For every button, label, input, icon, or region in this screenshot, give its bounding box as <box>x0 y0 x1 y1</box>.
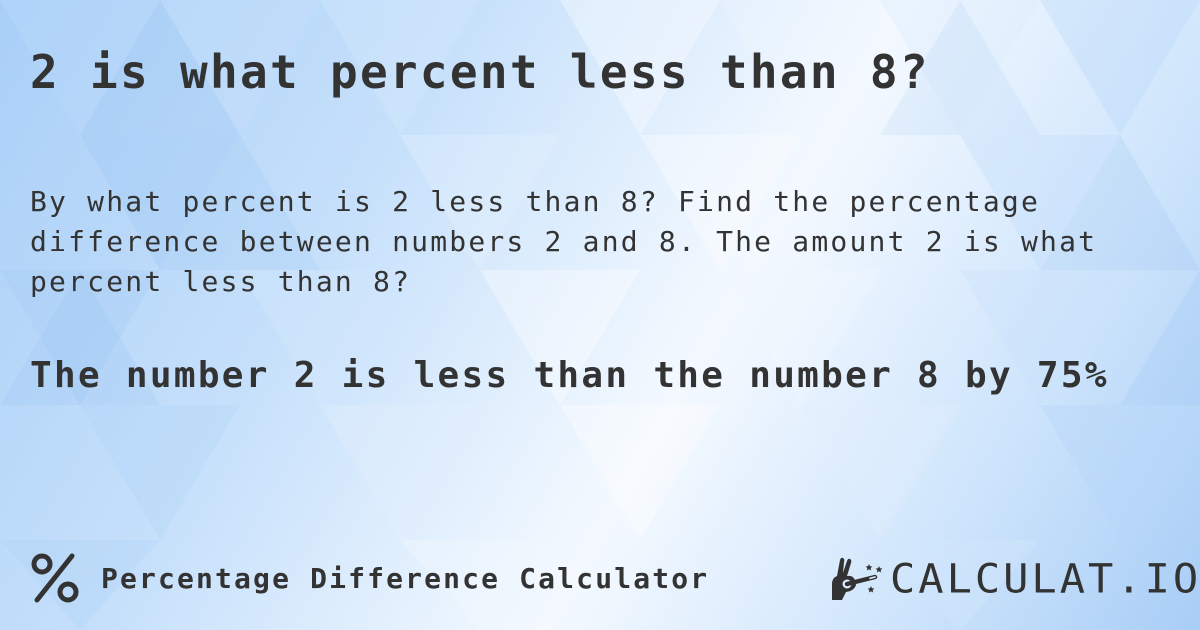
question-description: By what percent is 2 less than 8? Find t… <box>30 185 1098 298</box>
calculat-io-logo[interactable]: CALCULAT.IO <box>828 556 1200 602</box>
hand-magic-wand-icon <box>832 557 883 600</box>
logo-text: CALCULAT.IO <box>890 555 1200 602</box>
percent-icon <box>31 553 79 603</box>
calculator-name: Percentage Difference Calculator <box>101 561 710 595</box>
result-statement: The number 2 is less than the number 8 b… <box>30 355 1109 396</box>
calculator-label: Percentage Difference Calculator <box>30 550 709 606</box>
page-title: 2 is what percent less than 8? <box>30 45 930 99</box>
